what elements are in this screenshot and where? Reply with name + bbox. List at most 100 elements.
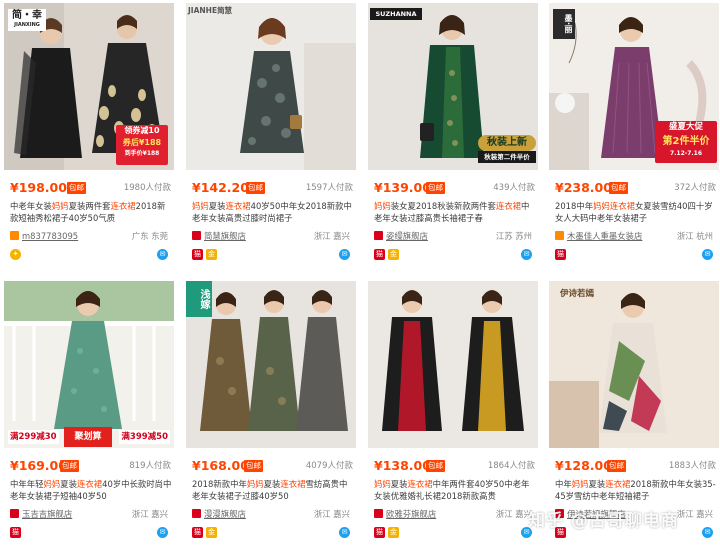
brand-logo: SUZHANNA	[370, 8, 422, 20]
sales-count: 1980人付款	[123, 183, 171, 193]
shop-name[interactable]: 木墨佳人重墨女装店	[567, 229, 642, 243]
brand-logo: 墨·丽	[553, 9, 575, 39]
sales-count: 4079人付款	[305, 461, 353, 471]
shop-location: 浙江 嘉兴	[495, 509, 532, 519]
brand-logo: JIANHE简慧	[188, 6, 233, 15]
product-title[interactable]: 妈妈夏装连衣裙中年两件套40岁50中老年女装优雅婚礼长裙2018新款高贵	[374, 478, 536, 504]
product-image[interactable]: 满299减30 聚划算 满399减50	[4, 281, 174, 448]
shop-name[interactable]: 玉吉吉旗舰店	[22, 507, 72, 521]
tmall-icon	[374, 509, 383, 518]
tmall-badge-icon: 猫	[555, 249, 566, 260]
free-shipping-badge: 包邮	[246, 182, 265, 194]
product-price: ¥168.00	[192, 458, 249, 473]
shop-location: 浙江 杭州	[676, 231, 713, 241]
product-title[interactable]: 中老年女装妈妈夏装两件套连衣裙2018新款短袖秀松裙子40岁50气质	[10, 200, 172, 226]
sales-count: 1597人付款	[305, 183, 353, 193]
shop-icon	[555, 231, 564, 240]
sales-count: 819人付款	[129, 461, 171, 471]
product-title[interactable]: 2018中年妈妈连衣裙女夏装雪纺40四十岁女人大码中老年女装裙子	[555, 200, 717, 226]
product-card[interactable]: 浅嫁 ¥168.00 包邮 4079人付款 2018新款中年妈妈夏装连衣裙雪纺高…	[186, 281, 356, 547]
product-title[interactable]: 2018新款中年妈妈夏装连衣裙雪纺高贵中老年女装裙子过膝40岁50	[192, 478, 354, 504]
shop-location: 浙江 嘉兴	[313, 231, 350, 241]
product-price: ¥128.00	[555, 458, 612, 473]
free-shipping-badge: 包邮	[60, 460, 79, 472]
shop-icon	[10, 231, 19, 240]
tmall-icon	[192, 509, 201, 518]
shop-location: 浙江 嘉兴	[676, 509, 713, 519]
product-image[interactable]: JIANHE简慧	[186, 3, 356, 170]
gold-seller-icon: ✦	[10, 249, 21, 260]
product-title[interactable]: 妈妈夏装连衣裙40岁50中年女2018新款中老年女装高贵过膝时尚裙子	[192, 200, 354, 226]
shop-name[interactable]: m837783095	[22, 229, 78, 243]
promo-badge: 盛夏大促 第2件半价 7.12-7.16	[655, 121, 717, 163]
gold-seller-icon: 金	[388, 249, 399, 260]
tmall-badge-icon: 猫	[374, 527, 385, 538]
wangwang-chat-icon[interactable]: ✉	[702, 249, 713, 260]
wangwang-chat-icon[interactable]: ✉	[157, 527, 168, 538]
brand-logo: 伊诗若嫣	[559, 289, 594, 299]
gold-seller-icon: 金	[206, 249, 217, 260]
shop-name[interactable]: 欧雅芬旗舰店	[386, 507, 436, 521]
sales-count: 372人付款	[674, 183, 716, 193]
sales-count: 439人付款	[493, 183, 535, 193]
tmall-icon	[192, 231, 201, 240]
free-shipping-badge: 包邮	[607, 460, 626, 472]
wangwang-chat-icon[interactable]: ✉	[702, 527, 713, 538]
free-shipping-badge: 包邮	[67, 182, 86, 194]
product-card[interactable]: JIANHE简慧 ¥142.20 包邮 1597人付款 妈妈夏装连衣裙40岁50…	[186, 3, 356, 269]
free-shipping-badge: 包邮	[426, 182, 445, 194]
product-image[interactable]: SUZHANNA 秋装上新 秋装第二件半价	[368, 3, 538, 170]
tmall-icon	[374, 231, 383, 240]
sales-count: 1883人付款	[668, 461, 716, 471]
free-shipping-badge: 包邮	[609, 182, 628, 194]
dress-photo	[549, 281, 719, 448]
dress-photo	[186, 3, 356, 170]
shop-location: 浙江 嘉兴	[131, 509, 168, 519]
product-card[interactable]: ¥138.00 包邮 1864人付款 妈妈夏装连衣裙中年两件套40岁50中老年女…	[368, 281, 538, 547]
product-image[interactable]: 伊诗若嫣	[549, 281, 719, 448]
shop-name[interactable]: 姿缦旗舰店	[386, 229, 428, 243]
gold-seller-icon: 金	[388, 527, 399, 538]
product-image[interactable]: 简・幸 JIANXING 领券减10 券后¥188 到手价¥188	[4, 3, 174, 170]
product-price: ¥142.20	[192, 180, 249, 195]
wangwang-chat-icon[interactable]: ✉	[339, 249, 350, 260]
product-price: ¥169.00	[10, 458, 67, 473]
promo-badge: 领券减10 券后¥188 到手价¥188	[116, 125, 168, 165]
product-grid: 简・幸 JIANXING 领券减10 券后¥188 到手价¥188 ¥198.0…	[0, 0, 720, 547]
tmall-icon	[10, 509, 19, 518]
product-card[interactable]: SUZHANNA 秋装上新 秋装第二件半价 ¥139.00 包邮 439人付款 …	[368, 3, 538, 269]
tmall-badge-icon: 猫	[10, 527, 21, 538]
product-image[interactable]: 墨·丽 盛夏大促 第2件半价 7.12-7.16	[549, 3, 719, 170]
free-shipping-badge: 包邮	[426, 460, 445, 472]
watermark-text: 知乎 @古哥聊电商	[528, 511, 679, 531]
shop-location: 江苏 苏州	[495, 231, 532, 241]
product-card[interactable]: 满299减30 聚划算 满399减50 ¥169.00 包邮 819人付款 中年…	[4, 281, 174, 547]
shop-location: 广东 东莞	[131, 231, 168, 241]
wangwang-chat-icon[interactable]: ✉	[339, 527, 350, 538]
brand-logo: 简・幸 JIANXING	[8, 9, 46, 31]
dress-photo	[368, 281, 538, 448]
product-price: ¥138.00	[374, 458, 431, 473]
tmall-badge-icon: 猫	[374, 249, 385, 260]
shop-name[interactable]: 简慧旗舰店	[204, 229, 246, 243]
wangwang-chat-icon[interactable]: ✉	[521, 249, 532, 260]
shop-name[interactable]: 漫漫旗舰店	[204, 507, 246, 521]
tmall-badge-icon: 猫	[192, 249, 203, 260]
gold-seller-icon: 金	[206, 527, 217, 538]
product-title[interactable]: 妈妈装女夏2018秋装新款两件套连衣裙中老年女装过膝高贵长袖裙子春	[374, 200, 536, 226]
dress-photo	[4, 281, 174, 448]
product-title[interactable]: 中年妈妈夏装连衣裙2018新款中年女装35-45岁雪纺中老年短袖裙子	[555, 478, 717, 504]
product-image[interactable]: 浅嫁	[186, 281, 356, 448]
product-card[interactable]: 简・幸 JIANXING 领券减10 券后¥188 到手价¥188 ¥198.0…	[4, 3, 174, 269]
product-title[interactable]: 中年年轻妈妈夏装连衣裙40岁中长款时尚中老年女装裙子短袖40岁50	[10, 478, 172, 504]
sales-count: 1864人付款	[487, 461, 535, 471]
product-price: ¥139.00	[374, 180, 431, 195]
promo-banner: 满299减30 聚划算 满399减50	[4, 427, 174, 447]
product-card[interactable]: 墨·丽 盛夏大促 第2件半价 7.12-7.16 ¥238.00 包邮 372人…	[549, 3, 719, 269]
product-image[interactable]	[368, 281, 538, 448]
free-shipping-badge: 包邮	[244, 460, 263, 472]
product-price: ¥238.00	[555, 180, 612, 195]
promo-badge: 秋装上新 秋装第二件半价	[478, 135, 536, 167]
wangwang-chat-icon[interactable]: ✉	[157, 249, 168, 260]
brand-logo: 浅嫁	[186, 281, 212, 317]
